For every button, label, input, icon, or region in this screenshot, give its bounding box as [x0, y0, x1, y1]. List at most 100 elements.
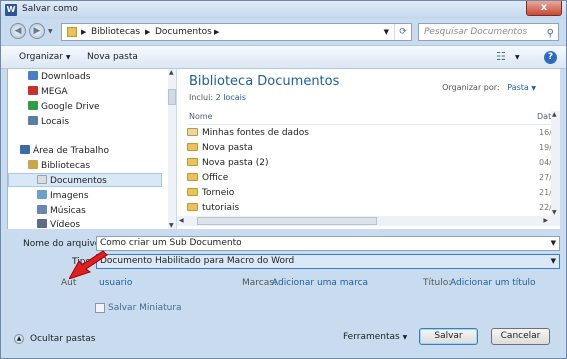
red-arrow-annotation [69, 250, 108, 279]
nav-item-mega[interactable]: MEGA [28, 85, 186, 99]
breadcrumb-separator-icon: ▶ [81, 28, 87, 36]
file-name: Minhas fontes de dados [202, 128, 309, 138]
thumbnail-checkbox[interactable] [95, 303, 105, 313]
scroll-up-icon[interactable]: ▲ [552, 111, 557, 118]
folder-icon [187, 203, 198, 211]
save-button[interactable]: Salvar [419, 328, 478, 345]
file-row[interactable]: Office 27/ [187, 171, 560, 185]
file-list-vscrollbar[interactable]: ▲ ▼ [551, 111, 560, 216]
library-includes: Inclui: 2 locais [189, 93, 246, 102]
hide-folders-button[interactable]: Ocultar pastas [30, 334, 96, 344]
new-folder-button[interactable]: Nova pasta [87, 52, 138, 62]
nav-item-desktop[interactable]: Área de Trabalho [20, 144, 178, 158]
chevron-down-icon[interactable]: ▼ [531, 85, 536, 92]
file-date: 22/ [539, 203, 552, 212]
address-dropdown-icon[interactable]: ▼ [384, 28, 389, 36]
authors-link[interactable]: usuario [99, 278, 132, 288]
cancel-button[interactable]: Cancelar [491, 328, 550, 345]
toolbar: Organizar ▼ Nova pasta ☷ ▼ ? [1, 45, 566, 69]
save-as-dialog: W Salvar como x ◀ ▶ ▼ ▶ Bibliotecas ▶ Do… [0, 0, 567, 359]
nav-item-label: Músicas [50, 206, 86, 216]
breadcrumb-bibliotecas[interactable]: Bibliotecas [91, 27, 140, 37]
filename-value: Como criar um Sub Documento [100, 238, 242, 248]
includes-label: Inclui: [189, 93, 214, 102]
breadcrumb-separator-icon: ▶ [145, 28, 151, 36]
breadcrumb-separator-icon: ▶ [214, 28, 220, 36]
file-row[interactable]: Nova pasta (2) 04/ [187, 156, 560, 170]
tags-link[interactable]: Adicionar uma marca [272, 278, 368, 288]
arrange-dropdown[interactable]: Pasta [507, 83, 529, 92]
file-row[interactable]: Minhas fontes de dados 16/ [187, 126, 560, 140]
folder-icon [187, 158, 198, 166]
file-name: Torneio [202, 188, 235, 198]
address-bar[interactable]: ▶ Bibliotecas ▶ Documentos ▶ ▼ ⟳ [61, 23, 412, 41]
nav-item-locais[interactable]: Locais [28, 115, 186, 129]
file-row[interactable]: tutoriais 22/ [187, 201, 560, 215]
libraries-icon [28, 160, 38, 169]
tools-label: Ferramentas [343, 332, 400, 342]
videos-icon [37, 219, 47, 228]
file-date: 16/ [539, 128, 552, 137]
tools-button[interactable]: Ferramentas ▼ [343, 332, 407, 342]
search-input[interactable]: Pesquisar Documentos ⚲ [418, 23, 559, 41]
file-row[interactable]: Nova pasta 19/ [187, 141, 560, 155]
file-type-select[interactable]: Documento Habilitado para Macro do Word … [96, 254, 560, 269]
filename-field[interactable]: Como criar um Sub Documento ▼ [96, 236, 560, 251]
filename-label: Nome do arquivo: [23, 239, 104, 249]
file-date: 19/ [539, 143, 552, 152]
nav-item-bibliotecas[interactable]: Bibliotecas [28, 159, 186, 173]
column-date[interactable]: Dat [537, 112, 551, 121]
includes-link[interactable]: 2 locais [216, 93, 246, 102]
images-icon [37, 190, 47, 199]
folder-icon [187, 128, 198, 136]
file-name: tutoriais [202, 203, 240, 213]
refresh-button[interactable]: ⟳ [394, 24, 411, 40]
arrange-by: Organizar por: Pasta ▼ [442, 83, 536, 92]
nav-item-label: Vídeos [50, 220, 81, 229]
help-icon[interactable]: ? [544, 51, 557, 64]
close-button[interactable]: x [526, 1, 562, 16]
desktop-icon [20, 145, 30, 154]
mega-icon [28, 86, 38, 95]
view-options-icon[interactable]: ☷ [496, 50, 506, 63]
recent-locations-chevron-icon[interactable]: ▼ [48, 28, 53, 35]
thumbnail-label[interactable]: Salvar Miniatura [108, 303, 182, 313]
nav-item-downloads[interactable]: Downloads [28, 70, 186, 84]
scroll-right-icon[interactable]: ▶ [543, 217, 548, 224]
nav-item-label: MEGA [41, 87, 68, 97]
file-row[interactable]: Torneio 21/ [187, 186, 560, 200]
library-title: Biblioteca Documentos [189, 74, 340, 89]
folder-icon [187, 143, 198, 151]
view-dropdown-icon[interactable]: ▼ [515, 54, 520, 61]
file-name: Office [202, 173, 229, 183]
file-date: 27/ [539, 173, 552, 182]
nav-item-label: Downloads [41, 72, 91, 82]
scroll-down-icon[interactable]: ▼ [552, 209, 557, 216]
nav-scroll-thumb[interactable] [168, 89, 176, 105]
nav-scrollbar[interactable]: ▲ ▼ [168, 69, 176, 229]
arrange-label: Organizar por: [442, 83, 500, 92]
scroll-up-icon[interactable]: ▲ [169, 69, 174, 76]
file-list-hscrollbar[interactable]: ◀ ▶ [177, 216, 560, 226]
scroll-down-icon[interactable]: ▼ [169, 222, 174, 229]
breadcrumb-documentos[interactable]: Documentos [155, 27, 212, 37]
scroll-left-icon[interactable]: ◀ [179, 217, 184, 224]
chevron-down-icon[interactable]: ▼ [551, 237, 556, 250]
collapse-icon[interactable]: ▲ [14, 334, 24, 344]
nav-item-documentos[interactable]: Documentos [8, 173, 162, 187]
organize-label: Organizar [19, 52, 63, 62]
hscroll-thumb[interactable] [197, 217, 377, 225]
documents-icon [37, 175, 47, 184]
chevron-down-icon: ▼ [402, 334, 408, 341]
title-link[interactable]: Adicionar um título [450, 278, 536, 288]
downloads-icon [28, 71, 38, 80]
music-icon [37, 205, 47, 214]
chevron-down-icon[interactable]: ▼ [551, 255, 556, 268]
column-name[interactable]: Nome [189, 112, 213, 121]
organize-button[interactable]: Organizar ▼ [19, 52, 71, 62]
nav-item-google-drive[interactable]: Google Drive [28, 100, 186, 114]
back-button[interactable]: ◀ [10, 23, 26, 39]
file-date: 21/ [539, 188, 552, 197]
folder-icon [187, 173, 198, 181]
forward-button[interactable]: ▶ [29, 23, 45, 39]
